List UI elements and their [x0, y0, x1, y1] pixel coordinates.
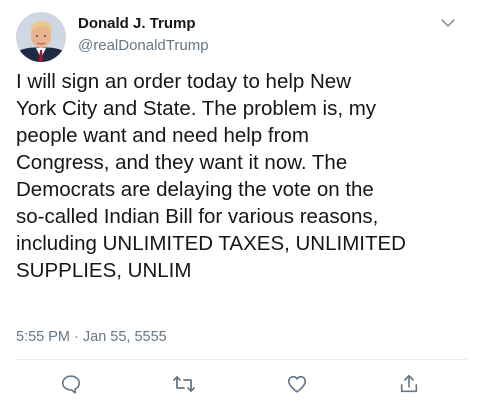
share-button[interactable]: [397, 372, 421, 396]
divider: [16, 359, 467, 360]
tweet-timestamp[interactable]: 5:55 PM · Jan 55, 5555: [16, 329, 167, 345]
tweet-card: Donald J. Trump @realDonaldTrump I will …: [0, 0, 480, 410]
retweet-icon: [173, 376, 195, 392]
tweet-text: I will sign an order today to help New Y…: [16, 70, 406, 282]
like-button[interactable]: [285, 372, 309, 396]
retweet-button[interactable]: [172, 372, 196, 396]
reply-button[interactable]: [59, 372, 83, 396]
author-handle[interactable]: @realDonaldTrump: [78, 37, 209, 54]
share-icon: [400, 374, 418, 393]
speech-bubble-icon: [61, 375, 81, 394]
avatar[interactable]: [16, 12, 66, 62]
heart-icon: [287, 375, 307, 393]
chevron-down-icon[interactable]: [438, 16, 458, 32]
author-name[interactable]: Donald J. Trump: [78, 15, 196, 32]
avatar-photo: [16, 12, 66, 62]
